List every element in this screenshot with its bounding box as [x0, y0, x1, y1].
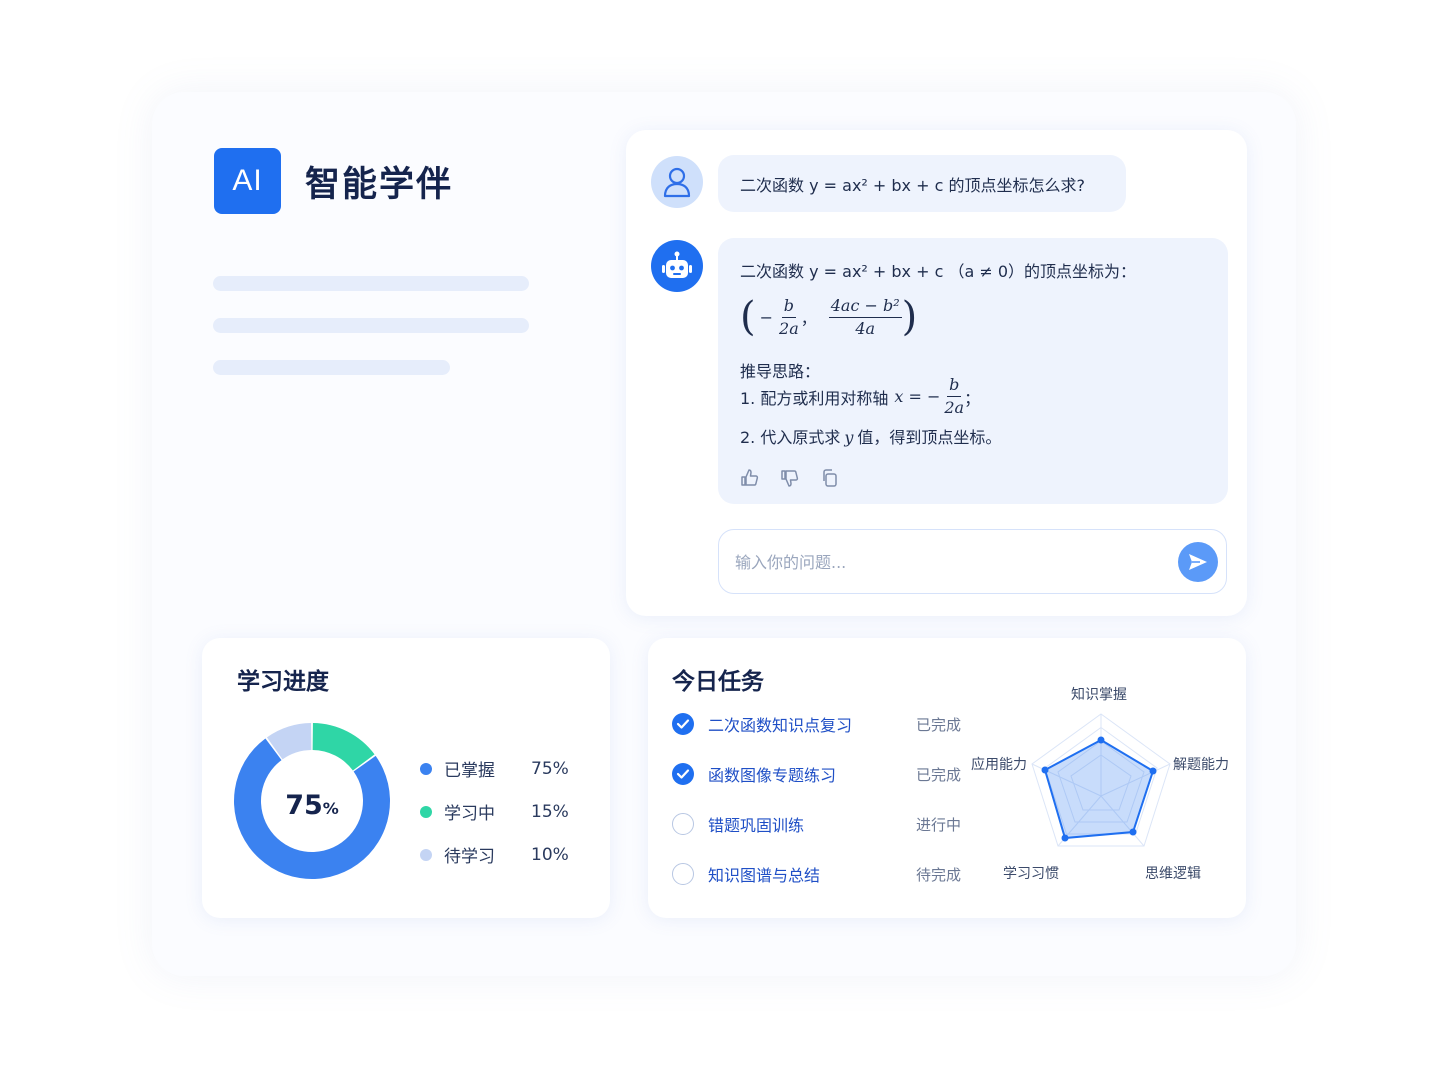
ai-logo-badge: AI [214, 148, 281, 214]
app-title: 智能学伴 [305, 164, 454, 205]
legend-label: 待学习 [444, 847, 495, 867]
learning-progress-card: 学习进度 75% 已掌握 75% 学习中 15% 待学习 10% [202, 638, 610, 918]
derivation-step-2: 2. 代入原式求 y 值，得到顶点坐标。 [740, 424, 1001, 448]
radar-label: 解题能力 [1173, 757, 1229, 773]
radar-point [1061, 834, 1069, 842]
radar-point [1041, 766, 1049, 774]
user-avatar [651, 156, 703, 208]
step1-fraction: b 2a [944, 376, 964, 417]
vertex-x-sign: − [759, 307, 774, 327]
robot-icon [662, 251, 692, 278]
answer-actions [740, 468, 840, 488]
step2-pre: 2. 代入原式求 [740, 428, 841, 447]
legend-label: 学习中 [444, 804, 495, 824]
step1-end: ； [964, 388, 981, 408]
legend-value: 15% [531, 801, 569, 822]
donut-center-value: 75% [280, 790, 344, 821]
user-question-text: 二次函数 y = ax² + bx + c 的顶点坐标怎么求? [740, 175, 1085, 195]
vertex-x-fraction: b 2a [779, 296, 799, 338]
send-button[interactable] [1178, 542, 1218, 582]
step1-math: x = − [894, 387, 941, 406]
radar-label: 思维逻辑 [1145, 866, 1201, 882]
copy-icon[interactable] [820, 468, 840, 488]
donut-center-number: 75 [285, 790, 323, 821]
step1-den: 2a [944, 398, 965, 417]
bot-avatar [651, 240, 703, 292]
radar-point [1149, 767, 1157, 775]
user-question-bubble: 二次函数 y = ax² + bx + c 的顶点坐标怎么求? [718, 155, 1126, 212]
today-tasks-card: 今日任务 二次函数知识点复习 已完成 函数图像专题练习 已完成 错题巩固训练 进… [648, 638, 1246, 918]
step2-post: 值，得到顶点坐标。 [857, 428, 1002, 447]
step1-num: b [947, 376, 962, 397]
radar-point [1097, 736, 1105, 744]
legend-dot [420, 805, 432, 818]
thumbs-up-icon[interactable] [740, 468, 760, 488]
answer-intro: 二次函数 y = ax² + bx + c （a ≠ 0）的顶点坐标为： [740, 262, 1137, 281]
right-paren: ) [901, 294, 918, 340]
vertex-comma: ， [800, 309, 817, 328]
radar-label: 知识掌握 [1071, 687, 1127, 703]
step1-text: 1. 配方或利用对称轴 [740, 388, 889, 408]
legend-value: 75% [531, 758, 569, 779]
radar-label: 应用能力 [971, 757, 1027, 773]
brand-logo: AI 智能学伴 [214, 148, 453, 214]
legend-dot [420, 762, 432, 775]
vertex-y-fraction: 4ac − b² 4a [828, 296, 902, 338]
user-icon [663, 167, 691, 198]
progress-title: 学习进度 [237, 669, 329, 695]
legend-label: 已掌握 [444, 761, 495, 781]
legend-item-mastered: 已掌握 75% [420, 756, 569, 781]
vertex-formula: ( − b 2a ， 4ac − b² 4a ) [740, 294, 917, 340]
radar-data-area [1043, 738, 1155, 840]
legend-dot [420, 848, 432, 861]
send-icon [1189, 554, 1207, 570]
vertex-y-den: 4a [855, 318, 876, 338]
skeleton-line [213, 318, 529, 333]
question-input[interactable] [735, 548, 1155, 576]
step2-var: y [844, 428, 854, 447]
skeleton-line [213, 276, 529, 291]
radar-label: 学习习惯 [1003, 866, 1059, 882]
legend-value: 10% [531, 844, 569, 865]
skeleton-line [213, 360, 450, 375]
vertex-y-num: 4ac − b² [828, 296, 902, 318]
vertex-x-den: 2a [779, 318, 799, 338]
legend-item-pending: 待学习 10% [420, 842, 569, 867]
derivation-step-1: 1. 配方或利用对称轴 x = − b 2a ； [740, 376, 980, 417]
left-paren: ( [740, 294, 756, 340]
vertex-x-num: b [781, 296, 796, 318]
legend-item-learning: 学习中 15% [420, 799, 569, 824]
donut-center-unit: % [322, 799, 339, 818]
question-input-box [718, 529, 1227, 594]
bot-answer-bubble: 二次函数 y = ax² + bx + c （a ≠ 0）的顶点坐标为： ( −… [718, 238, 1228, 504]
thumbs-down-icon[interactable] [780, 468, 800, 488]
radar-point [1129, 828, 1137, 836]
